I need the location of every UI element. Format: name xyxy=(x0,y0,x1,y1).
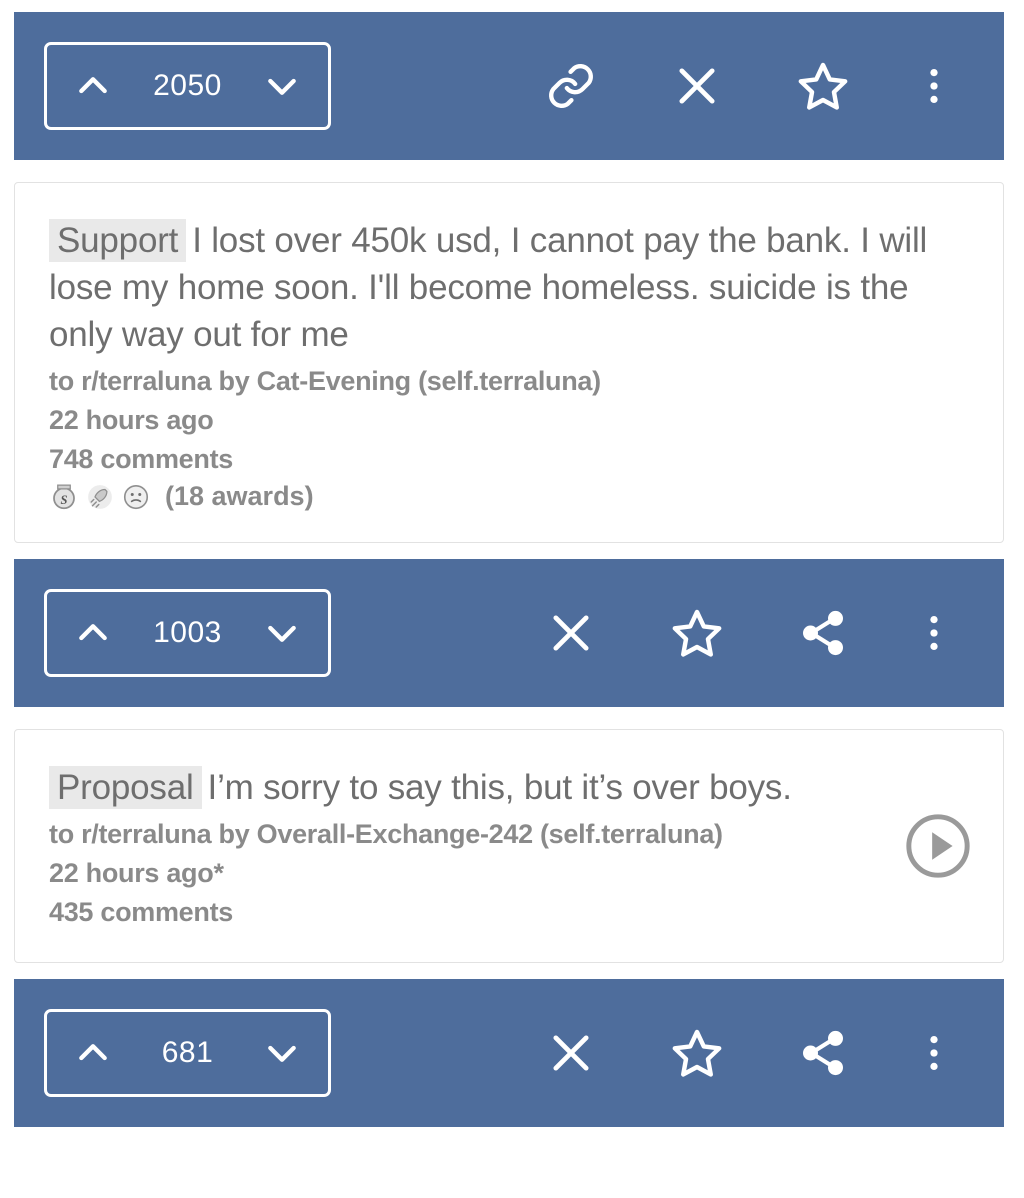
vote-box-1[interactable]: 2050 xyxy=(44,42,331,130)
vote-count-2: 1003 xyxy=(153,616,222,649)
upvote-button-2[interactable] xyxy=(73,613,113,653)
toolbar-actions-3 xyxy=(508,1003,982,1103)
close-icon[interactable] xyxy=(634,36,760,136)
more-vertical-icon[interactable] xyxy=(886,36,982,136)
post-byline-2[interactable]: to r/terraluna by Overall-Exchange-242 (… xyxy=(49,815,969,854)
more-vertical-icon[interactable] xyxy=(886,583,982,683)
star-icon[interactable] xyxy=(634,1003,760,1103)
toolbar-actions-1 xyxy=(508,36,982,136)
post-comments-1[interactable]: 748 comments xyxy=(49,440,969,479)
post-title-text-2: I’m sorry to say this, but it’s over boy… xyxy=(207,768,792,807)
downvote-button-1[interactable] xyxy=(262,66,302,106)
post-card-1[interactable]: Support I lost over 450k usd, I cannot pa… xyxy=(14,182,1004,543)
vote-box-3[interactable]: 681 xyxy=(44,1009,331,1097)
link-icon[interactable] xyxy=(508,36,634,136)
star-icon[interactable] xyxy=(634,583,760,683)
downvote-button-2[interactable] xyxy=(262,613,302,653)
share-icon[interactable] xyxy=(760,1003,886,1103)
post-timestamp-1: 22 hours ago xyxy=(49,405,214,435)
awards-count-label-1: (18 awards) xyxy=(165,481,314,511)
upvote-button-1[interactable] xyxy=(73,66,113,106)
top-spacer xyxy=(14,0,1004,12)
close-icon[interactable] xyxy=(508,583,634,683)
post-flair-2[interactable]: Proposal xyxy=(49,766,202,809)
toolbar-card-gap-2 xyxy=(14,707,1004,729)
face-award-icon xyxy=(121,482,151,512)
close-icon[interactable] xyxy=(508,1003,634,1103)
silver-award-icon: S xyxy=(49,482,79,512)
rocket-award-icon xyxy=(85,482,115,512)
card-toolbar-gap-2 xyxy=(14,963,1004,979)
vote-box-2[interactable]: 1003 xyxy=(44,589,331,677)
toolbar-actions-2 xyxy=(508,583,982,683)
post-byline-1[interactable]: to r/terraluna by Cat-Evening (self.terr… xyxy=(49,362,969,401)
post-awards-1: S (18 awards) xyxy=(49,481,969,512)
post-card-2[interactable]: Proposal I’m sorry to say this, but it’s … xyxy=(14,729,1004,963)
post-toolbar-2: 1003 xyxy=(14,559,1004,707)
upvote-button-3[interactable] xyxy=(73,1033,113,1073)
post-title-2[interactable]: Proposal I’m sorry to say this, but it’s … xyxy=(49,764,969,811)
post-toolbar-1: 2050 xyxy=(14,12,1004,160)
post-title-1[interactable]: Support I lost over 450k usd, I cannot pa… xyxy=(49,217,969,358)
svg-text:S: S xyxy=(61,492,68,506)
post-timestamp-2: 22 hours ago* xyxy=(49,858,224,888)
vote-count-1: 2050 xyxy=(153,69,222,102)
post-toolbar-3: 681 xyxy=(14,979,1004,1127)
toolbar-card-gap-1 xyxy=(14,160,1004,182)
more-vertical-icon[interactable] xyxy=(886,1003,982,1103)
card-toolbar-gap-1 xyxy=(14,543,1004,559)
feed-page: 2050 Support I lost over 450k usd, I can… xyxy=(0,0,1024,1198)
downvote-button-3[interactable] xyxy=(262,1033,302,1073)
share-icon[interactable] xyxy=(760,583,886,683)
vote-count-3: 681 xyxy=(161,1036,214,1069)
post-flair-1[interactable]: Support xyxy=(49,219,187,262)
play-circle-icon[interactable] xyxy=(903,811,973,881)
star-icon[interactable] xyxy=(760,36,886,136)
post-comments-2[interactable]: 435 comments xyxy=(49,893,969,932)
